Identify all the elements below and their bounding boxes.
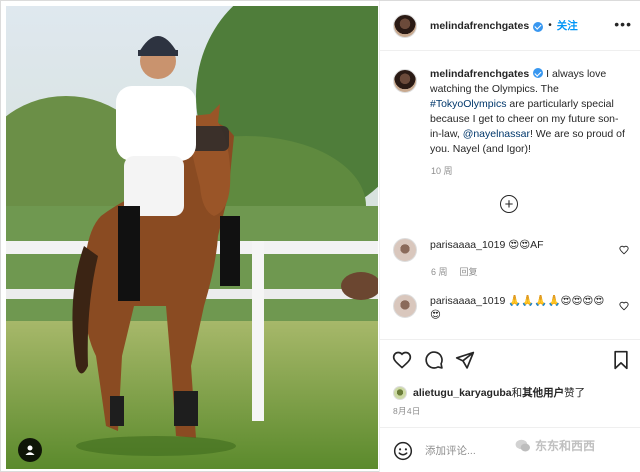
heart-icon[interactable] <box>392 350 412 370</box>
comment-like-heart-icon[interactable] <box>619 301 629 311</box>
commenter-avatar[interactable] <box>393 238 417 262</box>
comment-text: parisaaaa_1019 😍😍AF <box>430 238 610 262</box>
post-side-panel: melindafrenchgates • 关注 ••• melindafrenc… <box>379 1 640 472</box>
comment-timestamp: 6 周 <box>431 267 448 277</box>
other-likers-link[interactable]: 其他用户 <box>522 385 564 400</box>
post-header: melindafrenchgates • 关注 ••• <box>380 1 640 51</box>
post-photo[interactable] <box>6 6 378 469</box>
caption-text: melindafrenchgates I always love watchin… <box>430 67 630 157</box>
author-avatar[interactable] <box>393 13 417 38</box>
likes-suffix: 赞了 <box>564 387 586 399</box>
horse-rider-image <box>6 6 378 469</box>
liker-username[interactable]: alietugu_karyaguba <box>413 387 512 399</box>
watermark: 东东和西西 <box>515 437 595 454</box>
bookmark-icon[interactable] <box>612 350 630 370</box>
caption-mention-link[interactable]: @nayelnassar <box>463 128 530 140</box>
emoji-icon[interactable] <box>393 441 413 461</box>
commenter-avatar[interactable] <box>393 294 417 318</box>
wechat-icon <box>515 439 530 451</box>
liker-avatar[interactable] <box>393 385 407 400</box>
caption-verified-badge-icon <box>533 68 544 78</box>
commenter-username[interactable]: parisaaaa_1019 <box>430 295 505 307</box>
post-caption: melindafrenchgates I always love watchin… <box>393 67 633 157</box>
comment-input[interactable]: 添加评论... <box>425 443 476 458</box>
comment-item: parisaaaa_1019 😍😍AF <box>393 238 633 262</box>
likes-connector: 和 <box>511 387 523 399</box>
comment-text: parisaaaa_1019 🙏🙏🙏🙏😍😍😍😍😍 <box>430 294 610 322</box>
caption-hashtag-link[interactable]: #TokyoOlympics <box>430 98 506 110</box>
verified-badge-icon <box>533 21 544 32</box>
add-comment-bar: 添加评论... <box>380 427 640 472</box>
caption-avatar[interactable] <box>393 69 417 93</box>
author-username[interactable]: melindafrenchgates <box>430 20 529 32</box>
reply-button[interactable]: 回复 <box>460 267 478 277</box>
instagram-post-frame: melindafrenchgates • 关注 ••• melindafrenc… <box>0 0 640 472</box>
comment-body: 😍😍AF <box>505 239 544 251</box>
comment-like-heart-icon[interactable] <box>619 245 629 255</box>
post-date: 8月4日 <box>393 406 421 416</box>
share-icon[interactable] <box>455 350 475 370</box>
comment-meta: 6 周 回复 <box>431 265 490 278</box>
watermark-text: 东东和西西 <box>535 439 596 453</box>
commenter-username[interactable]: parisaaaa_1019 <box>430 239 505 251</box>
comment-icon[interactable] <box>424 350 444 370</box>
post-action-bar <box>380 339 640 379</box>
user-tag-icon[interactable] <box>18 438 42 462</box>
more-options-icon[interactable]: ••• <box>614 17 632 31</box>
load-more-plus-icon[interactable]: + <box>500 195 518 213</box>
follow-button[interactable]: 关注 <box>557 18 578 33</box>
caption-username[interactable]: melindafrenchgates <box>430 68 529 80</box>
comment-item: parisaaaa_1019 🙏🙏🙏🙏😍😍😍😍😍 <box>393 294 633 322</box>
caption-timestamp: 10 周 <box>431 166 453 176</box>
liked-by-line: alietugu_karyaguba 和 其他用户 赞了 <box>393 385 585 400</box>
header-separator: • <box>548 20 552 31</box>
